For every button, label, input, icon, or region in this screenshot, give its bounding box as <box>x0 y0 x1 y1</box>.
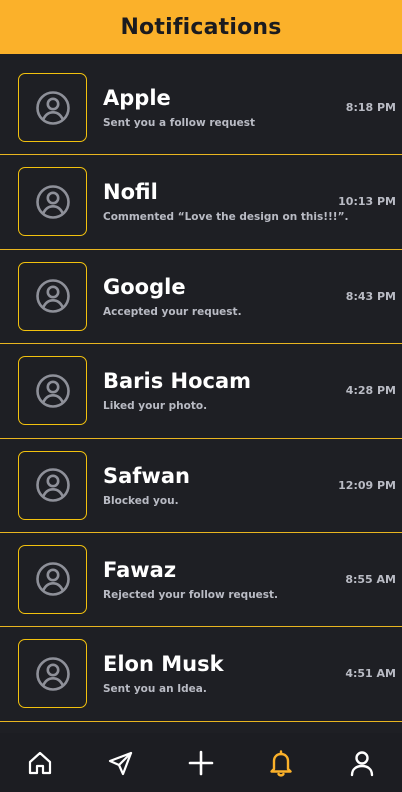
notification-message: Commented “Love the design on this!!!”. <box>103 211 349 224</box>
bell-icon <box>270 749 293 777</box>
bottom-nav-bar <box>0 733 402 792</box>
nav-home-button[interactable] <box>18 741 62 785</box>
home-icon <box>29 751 52 774</box>
notification-sender: Safwan <box>103 463 190 488</box>
notification-time: 8:18 PM <box>345 101 396 114</box>
user-circle-icon <box>35 185 70 219</box>
user-circle-icon <box>35 279 70 314</box>
user-circle-icon <box>35 562 70 597</box>
nav-send-button[interactable] <box>99 741 143 785</box>
notification-time: 8:43 PM <box>345 289 396 303</box>
avatar[interactable] <box>18 544 87 614</box>
notification-message: Accepted your request. <box>103 305 242 318</box>
notification-time: 4:28 PM <box>345 384 396 398</box>
notification-time: 4:51 AM <box>345 667 396 681</box>
notification-message: Blocked you. <box>103 494 179 507</box>
notification-list: Apple Sent you a follow request 8:18 PM … <box>0 61 402 722</box>
page-title: Notifications <box>120 14 282 40</box>
avatar[interactable] <box>18 73 87 142</box>
notification-sender: Elon Musk <box>103 652 224 677</box>
avatar[interactable] <box>18 639 87 709</box>
header-bar: Notifications <box>0 0 402 54</box>
notification-sender: Fawaz <box>103 557 177 582</box>
avatar[interactable] <box>18 167 87 237</box>
notification-message: Liked your photo. <box>103 400 208 413</box>
notification-message: Rejected your follow request. <box>103 588 279 601</box>
notification-item[interactable]: Baris Hocam Liked your photo. 4:28 PM <box>0 344 402 439</box>
notification-item[interactable]: Google Accepted your request. 8:43 PM <box>0 250 402 345</box>
notification-sender: Google <box>103 274 186 299</box>
nav-add-button[interactable] <box>179 741 223 785</box>
user-circle-icon <box>35 90 70 125</box>
notification-time: 10:13 PM <box>338 195 396 209</box>
notification-time: 8:55 AM <box>345 572 396 586</box>
user-icon <box>350 750 373 776</box>
send-icon <box>108 751 132 775</box>
notification-message: Sent you an Idea. <box>103 683 207 696</box>
avatar[interactable] <box>18 450 87 520</box>
notification-message: Sent you a follow request <box>103 117 255 129</box>
notification-time: 12:09 PM <box>338 478 396 492</box>
notification-sender: Baris Hocam <box>103 369 252 394</box>
notification-item[interactable]: Safwan Blocked you. 12:09 PM <box>0 439 402 533</box>
plus-icon <box>188 750 214 775</box>
user-circle-icon <box>35 657 70 691</box>
nav-profile-button[interactable] <box>340 741 384 785</box>
notification-sender: Apple <box>103 86 171 110</box>
avatar[interactable] <box>18 356 87 426</box>
user-circle-icon <box>35 373 70 408</box>
notification-sender: Nofil <box>103 180 158 205</box>
avatar[interactable] <box>18 261 87 331</box>
notification-item[interactable]: Fawaz Rejected your follow request. 8:55… <box>0 533 402 628</box>
user-circle-icon <box>35 468 70 502</box>
notification-item[interactable]: Nofil Commented “Love the design on this… <box>0 155 402 250</box>
notification-item[interactable]: Elon Musk Sent you an Idea. 4:51 AM <box>0 627 402 722</box>
nav-notifications-button[interactable] <box>259 741 303 785</box>
notification-item[interactable]: Apple Sent you a follow request 8:18 PM <box>0 61 402 156</box>
